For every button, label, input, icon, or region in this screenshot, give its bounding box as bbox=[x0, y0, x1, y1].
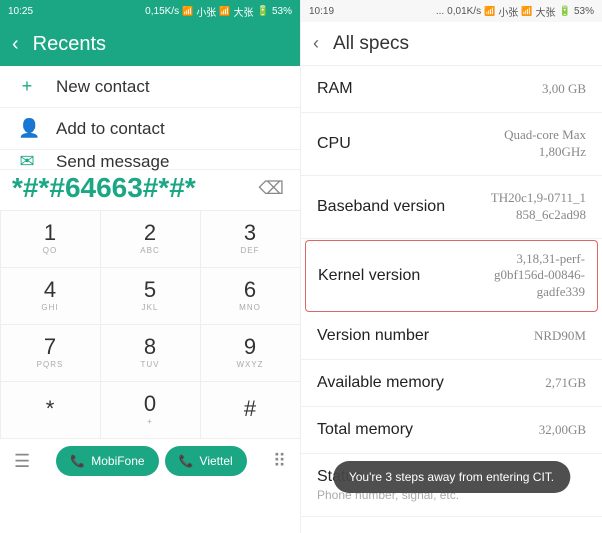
key-num: # bbox=[244, 398, 256, 420]
spec-value: NRD90M bbox=[534, 328, 586, 345]
status-indicators: ... 0,01K/s 📶 小张 📶 大张 🔋 53% bbox=[436, 4, 594, 19]
page-title: All specs bbox=[333, 33, 409, 55]
menu-icon[interactable]: ☰ bbox=[10, 447, 34, 476]
key-num: 3 bbox=[244, 222, 256, 244]
plus-icon: + bbox=[18, 76, 36, 97]
action-label: Send message bbox=[56, 152, 169, 172]
key-num: 4 bbox=[44, 279, 56, 301]
bottom-bar: ☰ 📞 MobiFone 📞 Viettel ⠿ bbox=[0, 438, 300, 484]
spec-label: CPU bbox=[317, 135, 351, 153]
actions-list: + New contact 👤 Add to contact ✉ Send me… bbox=[0, 66, 300, 170]
key-num: 8 bbox=[144, 336, 156, 358]
specs-list: RAM 3,00 GB CPU Quad-core Max 1,80GHz Baseba… bbox=[301, 66, 602, 454]
key-num: 9 bbox=[244, 336, 256, 358]
key-num: 6 bbox=[244, 279, 256, 301]
status-indicators: 0,15K/s 📶 小张 📶 大张 🔋 53% bbox=[145, 4, 292, 19]
key-num: 0 bbox=[144, 393, 156, 415]
key-9[interactable]: 9 WXYZ bbox=[200, 324, 301, 382]
key-3[interactable]: 3 DEF bbox=[200, 210, 301, 268]
key-num: 7 bbox=[44, 336, 56, 358]
add-to-contact-row[interactable]: 👤 Add to contact bbox=[0, 108, 300, 150]
toast: You're 3 steps away from entering CIT. bbox=[333, 461, 570, 493]
new-contact-row[interactable]: + New contact bbox=[0, 66, 300, 108]
key-sub: MNO bbox=[239, 303, 261, 312]
spec-label: Available memory bbox=[317, 374, 444, 392]
spec-value: 3,18,31-perf- g0bf156d-00846- gadfe339 bbox=[494, 251, 585, 302]
contact-icon: 👤 bbox=[18, 118, 36, 139]
key-sub: JKL bbox=[142, 303, 159, 312]
call-label: MobiFone bbox=[91, 454, 144, 468]
key-6[interactable]: 6 MNO bbox=[200, 267, 301, 325]
call-sim2-button[interactable]: 📞 Viettel bbox=[165, 446, 247, 476]
header: ‹ All specs bbox=[301, 22, 602, 66]
key-7[interactable]: 7 PQRS bbox=[0, 324, 101, 382]
send-message-row[interactable]: ✉ Send message bbox=[0, 150, 300, 170]
key-num: 2 bbox=[144, 222, 156, 244]
key-sub: WXYZ bbox=[236, 360, 263, 369]
key-1[interactable]: 1 QO bbox=[0, 210, 101, 268]
key-sub: QO bbox=[43, 246, 57, 255]
key-sub: GHI bbox=[41, 303, 58, 312]
spec-label: Baseband version bbox=[317, 198, 445, 216]
call-sim1-button[interactable]: 📞 MobiFone bbox=[56, 446, 158, 476]
key-sub: DEF bbox=[241, 246, 260, 255]
spec-value: 2,71GB bbox=[545, 375, 586, 392]
key-4[interactable]: 4 GHI bbox=[0, 267, 101, 325]
dialpad-icon[interactable]: ⠿ bbox=[269, 447, 290, 476]
call-label: Viettel bbox=[200, 454, 233, 468]
action-label: New contact bbox=[56, 77, 150, 97]
key-*[interactable]: * bbox=[0, 381, 101, 439]
spec-label: Version number bbox=[317, 327, 429, 345]
header: ‹ Recents bbox=[0, 22, 300, 66]
key-sub: TUV bbox=[141, 360, 160, 369]
key-0[interactable]: 0+ bbox=[100, 381, 201, 439]
spec-label: Kernel version bbox=[318, 267, 420, 285]
spec-value: Quad-core Max 1,80GHz bbox=[504, 127, 586, 161]
action-label: Add to contact bbox=[56, 119, 165, 139]
keypad: 1QO2ABC3DEF4GHI5JKL6MNO7PQRS8TUV9WXYZ*0+… bbox=[0, 210, 300, 438]
key-sub: PQRS bbox=[37, 360, 64, 369]
spec-value: 32,00GB bbox=[539, 422, 586, 439]
key-num: 5 bbox=[144, 279, 156, 301]
key-num: 1 bbox=[44, 222, 56, 244]
spec-value: 3,00 GB bbox=[542, 81, 586, 98]
dial-display: *#*#64663#*#* ⌫ bbox=[0, 170, 300, 210]
status-time: 10:25 bbox=[8, 6, 33, 17]
spec-row[interactable]: RAM 3,00 GB bbox=[301, 66, 602, 113]
spec-row[interactable]: CPU Quad-core Max 1,80GHz bbox=[301, 113, 602, 176]
dialed-number: *#*#64663#*#* bbox=[8, 172, 251, 204]
key-5[interactable]: 5 JKL bbox=[100, 267, 201, 325]
key-num: * bbox=[46, 398, 55, 420]
key-#[interactable]: # bbox=[200, 381, 301, 439]
spec-row[interactable]: Version number NRD90M bbox=[301, 313, 602, 360]
back-icon[interactable]: ‹ bbox=[12, 33, 19, 56]
spec-label: RAM bbox=[317, 80, 353, 98]
message-icon: ✉ bbox=[18, 151, 36, 172]
phone-icon: 📞 bbox=[70, 454, 85, 468]
key-sub: ABC bbox=[140, 246, 159, 255]
phone-icon: 📞 bbox=[179, 454, 194, 468]
spec-row[interactable]: Total memory 32,00GB bbox=[301, 407, 602, 454]
status-bar: 10:25 0,15K/s 📶 小张 📶 大张 🔋 53% bbox=[0, 0, 300, 22]
spec-value: TH20c1,9-0711_1 858_6c2ad98 bbox=[491, 190, 586, 224]
back-icon[interactable]: ‹ bbox=[313, 33, 319, 54]
key-2[interactable]: 2 ABC bbox=[100, 210, 201, 268]
page-title: Recents bbox=[33, 33, 106, 56]
status-bar: 10:19 ... 0,01K/s 📶 小张 📶 大张 🔋 53% bbox=[301, 0, 602, 22]
spec-row[interactable]: Baseband version TH20c1,9-0711_1 858_6c2a… bbox=[301, 176, 602, 239]
key-sub: + bbox=[147, 417, 153, 426]
key-8[interactable]: 8 TUV bbox=[100, 324, 201, 382]
backspace-icon[interactable]: ⌫ bbox=[251, 178, 292, 199]
spec-row[interactable]: Kernel version 3,18,31-perf- g0bf156d-008… bbox=[305, 240, 598, 313]
spec-label: Total memory bbox=[317, 421, 413, 439]
status-time: 10:19 bbox=[309, 6, 334, 17]
spec-row[interactable]: Available memory 2,71GB bbox=[301, 360, 602, 407]
